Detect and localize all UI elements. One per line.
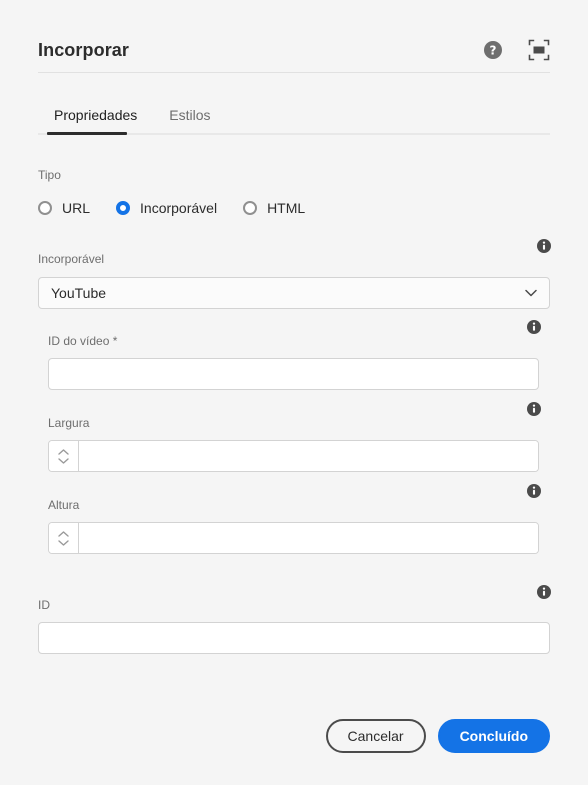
chevron-up-icon[interactable]: [58, 448, 69, 455]
radio-url[interactable]: URL: [38, 199, 90, 217]
tab-active-indicator: [47, 132, 127, 135]
info-icon-video-id[interactable]: [527, 320, 541, 334]
radio-mark-incorporavel: [116, 201, 131, 215]
radio-incorporavel[interactable]: Incorporável: [116, 199, 217, 217]
info-icon-width[interactable]: [527, 402, 541, 416]
info-icon-id[interactable]: [537, 585, 551, 599]
height-stepper-buttons[interactable]: [49, 523, 79, 553]
page-title: Incorporar: [38, 40, 130, 60]
embeddable-select-box[interactable]: YouTube: [38, 277, 550, 309]
radio-mark-html: [243, 201, 258, 215]
cancel-button[interactable]: Cancelar: [325, 719, 426, 753]
radio-label-html: HTML: [267, 200, 306, 216]
id-input[interactable]: [38, 622, 550, 654]
help-circle-icon[interactable]: ?: [482, 39, 504, 61]
fullscreen-icon[interactable]: [528, 39, 550, 61]
chevron-up-icon[interactable]: [58, 530, 69, 537]
embeddable-select[interactable]: YouTube: [38, 277, 550, 309]
svg-text:?: ?: [490, 44, 497, 58]
header-divider: [38, 72, 550, 73]
height-input[interactable]: [79, 523, 538, 553]
type-group-label: Tipo: [38, 168, 61, 182]
video-id-input[interactable]: [48, 358, 539, 390]
radio-label-url: URL: [62, 200, 91, 216]
header-actions: ?: [482, 39, 550, 61]
label-height: Altura: [48, 498, 80, 512]
tab-estilos[interactable]: Estilos: [153, 96, 226, 130]
confirm-button[interactable]: Concluído: [437, 719, 550, 753]
label-width: Largura: [48, 416, 90, 430]
dialog-header: Incorporar ?: [38, 28, 550, 72]
label-embeddable: Incorporável: [38, 252, 105, 266]
tab-propriedades[interactable]: Propriedades: [38, 96, 153, 130]
dialog-footer: Cancelar Concluído: [38, 718, 550, 754]
chevron-down-icon[interactable]: [58, 457, 69, 464]
embed-dialog: Incorporar ? Propriedades Estilos Tipo U…: [0, 0, 588, 785]
radio-html[interactable]: HTML: [243, 199, 305, 217]
width-stepper-buttons[interactable]: [49, 441, 79, 471]
width-input[interactable]: [79, 441, 538, 471]
type-radio-group: URL Incorporável HTML: [38, 199, 305, 217]
label-id: ID: [38, 598, 50, 612]
height-stepper[interactable]: [48, 522, 539, 554]
radio-label-incorporavel: Incorporável: [140, 200, 218, 216]
info-icon-embeddable[interactable]: [537, 239, 551, 253]
chevron-down-icon[interactable]: [58, 539, 69, 546]
info-icon-height[interactable]: [527, 484, 541, 498]
chevron-down-icon: [525, 289, 537, 297]
radio-mark-url: [38, 201, 52, 215]
label-video-id: ID do vídeo *: [48, 334, 118, 348]
embeddable-select-value: YouTube: [51, 285, 107, 301]
width-stepper[interactable]: [48, 440, 539, 472]
tab-bar: Propriedades Estilos: [38, 96, 550, 136]
